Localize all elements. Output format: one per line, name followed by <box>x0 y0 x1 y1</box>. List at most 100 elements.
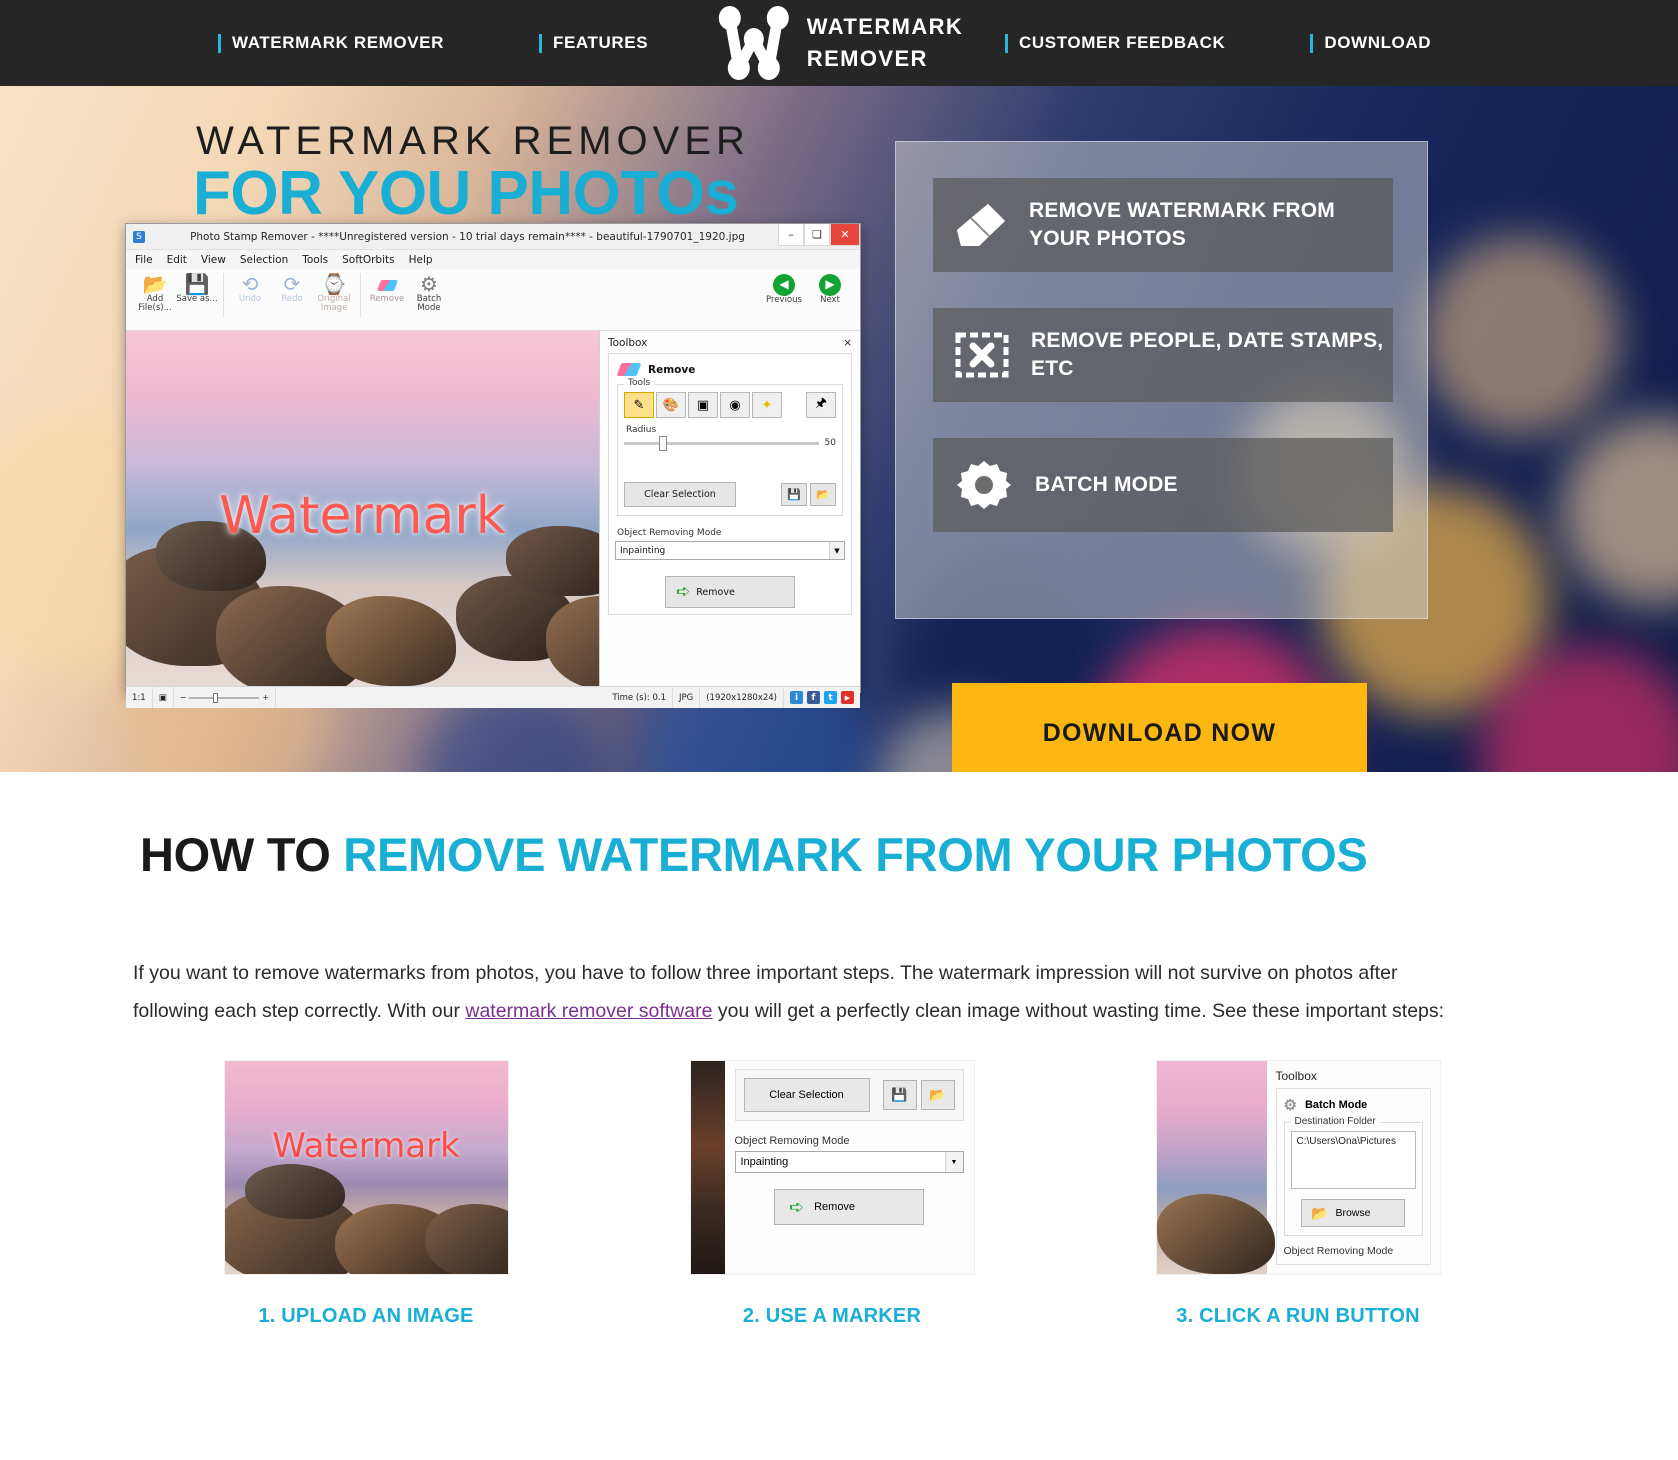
eraser-icon <box>616 363 642 376</box>
nav-item-download[interactable]: DOWNLOAD <box>1310 33 1431 53</box>
menu-item-view[interactable]: View <box>201 254 226 266</box>
menu-item-help[interactable]: Help <box>409 254 433 266</box>
stamp-tool-button[interactable]: 🖈 <box>806 392 836 418</box>
previous-image-button[interactable]: ◀ Previous <box>766 274 802 305</box>
menu-item-edit[interactable]: Edit <box>167 254 187 266</box>
download-now-button[interactable]: DOWNLOAD NOW <box>952 683 1367 772</box>
frame-x-icon <box>955 332 1009 378</box>
clear-selection-button[interactable]: Clear Selection <box>624 482 736 507</box>
image-canvas[interactable]: Watermark <box>126 331 600 686</box>
feature-card-label: REMOVE WATERMARK FROM YOUR PHOTOS <box>1029 199 1335 250</box>
fit-screen-icon[interactable]: ▣ <box>153 687 174 708</box>
lasso-select-tool-button[interactable]: ◉ <box>720 392 750 418</box>
toolbar-batch-mode-button[interactable]: ⚙ Batch Mode <box>408 273 450 314</box>
step-2-panel: Clear Selection 💾 📂 Object Removing Mode… <box>690 1061 974 1274</box>
chevron-down-icon[interactable]: ▼ <box>944 1152 963 1172</box>
rect-select-tool-button[interactable]: ▣ <box>688 392 718 418</box>
nav-item-features[interactable]: FEATURES <box>539 33 648 53</box>
zoom-in-icon[interactable]: + <box>262 693 269 702</box>
stamp-icon: 🖈 <box>814 396 828 411</box>
toolbar-label: Save as... <box>176 294 218 304</box>
toolbar-undo-button[interactable]: ⟲ Undo <box>229 273 271 304</box>
step-3-destination-fieldset: Destination Folder C:\Users\Ona\Pictures… <box>1283 1116 1423 1236</box>
toolbar-save-as-button[interactable]: 💾 Save as... <box>176 273 218 304</box>
load-selection-icon[interactable]: 📂 <box>920 1080 955 1110</box>
toolbox-close-icon[interactable]: × <box>843 337 852 349</box>
howto-steps: Watermark 1. UPLOAD AN IMAGE Clear Selec… <box>133 1060 1533 1328</box>
app-icon: S <box>133 230 145 243</box>
menu-item-tools[interactable]: Tools <box>302 254 328 266</box>
zoom-slider[interactable]: − + <box>174 687 277 708</box>
feature-card-batch-mode[interactable]: BATCH MODE <box>933 438 1393 532</box>
step-2-remove-button[interactable]: ➪ Remove <box>774 1189 924 1225</box>
nav-item-watermark-remover[interactable]: WATERMARK REMOVER <box>218 33 444 53</box>
app-title-bar: S Photo Stamp Remover - ****Unregistered… <box>126 224 860 250</box>
close-button[interactable]: ✕ <box>830 224 860 246</box>
chevron-down-icon[interactable]: ▼ <box>829 542 844 559</box>
selection-actions-row: Clear Selection 💾 📂 <box>624 482 836 507</box>
radius-slider-knob[interactable] <box>659 435 668 451</box>
pencil-tool-button[interactable]: ✎ <box>624 392 654 418</box>
zoom-slider-knob[interactable] <box>213 692 219 703</box>
step-3-browse-button[interactable]: 📂 Browse <box>1301 1199 1405 1227</box>
status-zoom-level[interactable]: 1:1 <box>126 687 153 708</box>
toolbar-remove-button[interactable]: Remove <box>366 273 408 304</box>
toolbar-redo-button[interactable]: ⟳ Redo <box>271 273 313 304</box>
step-2-clear-selection-button[interactable]: Clear Selection <box>743 1078 870 1112</box>
twitter-icon[interactable]: t <box>824 691 837 704</box>
feature-card-label: BATCH MODE <box>1035 473 1178 497</box>
window-controls: – ❑ ✕ <box>778 224 860 250</box>
zoom-slider-track[interactable] <box>189 692 260 703</box>
step-3-browse-label: Browse <box>1335 1207 1371 1219</box>
object-removing-mode-select[interactable]: Inpainting ▼ <box>615 541 845 560</box>
step-3-destination-folder-input[interactable]: C:\Users\Ona\Pictures <box>1290 1131 1416 1189</box>
toolbar-label: Undo <box>238 294 262 304</box>
radius-slider[interactable]: 50 <box>624 435 836 451</box>
step-3-caption: 3. CLICK A RUN BUTTON <box>1176 1305 1420 1327</box>
object-removing-mode-value: Inpainting <box>620 545 666 556</box>
radius-slider-track[interactable] <box>624 435 819 451</box>
facebook-icon[interactable]: f <box>807 691 820 704</box>
nav-accent-bar-icon <box>539 33 542 53</box>
feature-card-remove-watermark[interactable]: REMOVE WATERMARK FROM YOUR PHOTOS <box>933 178 1393 272</box>
menu-item-file[interactable]: File <box>135 254 153 266</box>
save-selection-button[interactable]: 💾 <box>781 483 807 506</box>
step-1: Watermark 1. UPLOAD AN IMAGE <box>133 1060 599 1328</box>
nav-button-label: Previous <box>766 295 802 305</box>
step-3-batch-mode-title: ⚙ Batch Mode <box>1284 1096 1423 1114</box>
toolbox-section-title: Remove <box>616 363 845 376</box>
toolbar-divider <box>223 273 224 317</box>
menu-item-softorbits[interactable]: SoftOrbits <box>342 254 394 266</box>
feature-card-remove-people[interactable]: REMOVE PEOPLE, DATE STAMPS, ETC <box>933 308 1393 402</box>
site-logo[interactable]: WATERMARK REMOVER <box>715 6 963 80</box>
step-2-object-removing-mode-select[interactable]: Inpainting ▼ <box>734 1151 964 1173</box>
toolbox-header: Toolbox × <box>608 337 852 349</box>
tools-legend: Tools <box>624 378 655 388</box>
info-icon[interactable]: i <box>790 691 803 704</box>
magic-wand-tool-button[interactable]: ✦ <box>752 392 782 418</box>
maximize-button[interactable]: ❑ <box>804 224 830 246</box>
save-selection-icon[interactable]: 💾 <box>882 1080 917 1110</box>
toolbox-panel: Toolbox × Remove Tools ✎ 🎨 ▣ ◉ ✦ 🖈 Radiu… <box>600 331 860 686</box>
minimize-button[interactable]: – <box>778 224 804 246</box>
toolbar-label: Add File(s)... <box>138 294 172 314</box>
remove-action-button[interactable]: ➪ Remove <box>665 576 795 608</box>
youtube-icon[interactable]: ▶ <box>841 691 854 704</box>
pencil-icon: ✎ <box>633 397 645 413</box>
brush-tool-button[interactable]: 🎨 <box>656 392 686 418</box>
toolbar-add-files-button[interactable]: 📂 Add File(s)... <box>134 273 176 314</box>
nav-right-group: CUSTOMER FEEDBACK DOWNLOAD <box>1005 33 1431 53</box>
nav-item-customer-feedback[interactable]: CUSTOMER FEEDBACK <box>1005 33 1225 53</box>
next-image-button[interactable]: ▶ Next <box>812 274 848 305</box>
load-selection-button[interactable]: 📂 <box>810 483 836 506</box>
howto-paragraph: If you want to remove watermarks from ph… <box>133 954 1463 1030</box>
brush-icon: 🎨 <box>662 397 680 413</box>
toolbar-original-image-button[interactable]: ⌚ Original Image <box>313 273 355 314</box>
magic-wand-icon: ✦ <box>761 397 773 413</box>
watermark-remover-software-link[interactable]: watermark remover software <box>465 1000 712 1022</box>
paragraph-text-after-link: you will get a perfectly clean image wit… <box>712 1000 1445 1023</box>
zoom-out-icon[interactable]: − <box>180 693 187 702</box>
chevron-left-circle-icon: ◀ <box>773 274 795 296</box>
menu-item-selection[interactable]: Selection <box>240 254 288 266</box>
step-2: Clear Selection 💾 📂 Object Removing Mode… <box>599 1060 1065 1328</box>
